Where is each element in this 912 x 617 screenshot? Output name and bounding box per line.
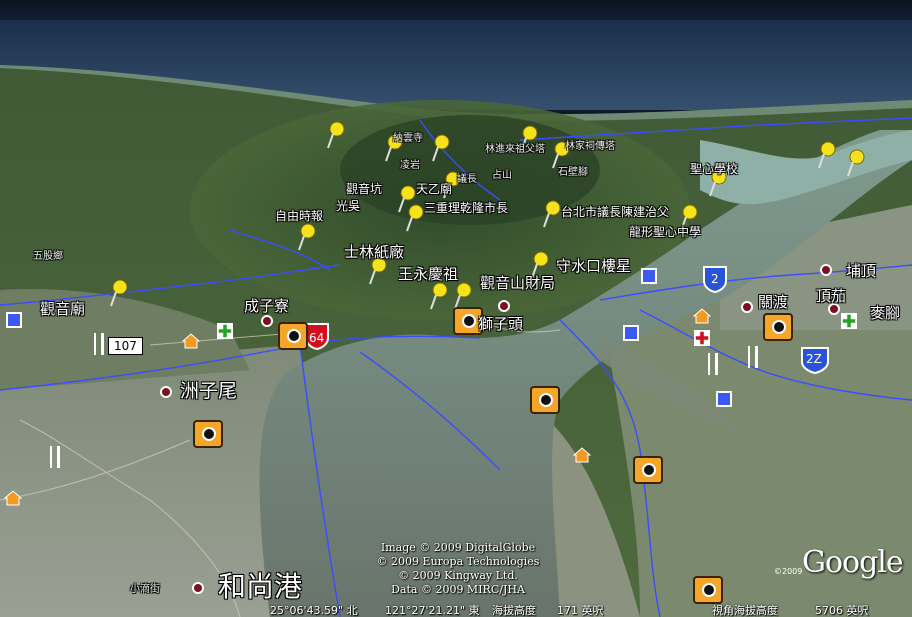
house-icon[interactable] [573, 447, 591, 463]
first-aid-icon[interactable] [840, 313, 858, 329]
eye-altitude-value: 5706 英呎 [815, 604, 869, 617]
camera-icon[interactable] [633, 456, 663, 484]
yellow-pushpin-icon[interactable] [816, 140, 838, 170]
imagery-credits: Image © 2009 DigitalGlobe © 2009 Europa … [372, 541, 544, 597]
fork-knife-icon[interactable] [706, 353, 720, 375]
camera-icon[interactable] [693, 576, 723, 604]
camera-icon[interactable] [530, 386, 560, 414]
place-label: 林家祠傳塔 [565, 141, 615, 152]
yellow-pushpin-icon[interactable] [108, 278, 130, 308]
first-aid-icon[interactable] [216, 323, 234, 339]
camera-icon[interactable] [193, 420, 223, 448]
fork-knife-icon[interactable] [92, 333, 106, 355]
highway-2z-label: 2Z [806, 352, 822, 366]
place-label: 自由時報 [275, 209, 324, 223]
yellow-pushpin-icon[interactable] [430, 133, 452, 163]
place-label: 占山 [492, 170, 512, 181]
yellow-pushpin-icon[interactable] [404, 203, 426, 233]
place-dot[interactable] [160, 386, 172, 398]
yellow-pushpin-icon[interactable] [325, 120, 347, 150]
place-marker-icon[interactable] [641, 268, 657, 284]
latitude-readout: 25°06'43.59" 北 [270, 604, 358, 617]
place-label: 五股鄉 [33, 251, 63, 262]
place-dot[interactable] [820, 264, 832, 276]
place-label: 三重理乾隆市長 [424, 201, 509, 215]
credit-line: Data © 2009 MIRC/JHA [391, 583, 525, 596]
place-label: 台北市議長陳建治父 [561, 205, 670, 219]
camera-icon[interactable] [278, 322, 308, 350]
credit-line: Image © 2009 DigitalGlobe [380, 541, 536, 554]
place-label: 林進來祖父塔 [485, 144, 545, 155]
yellow-pushpin-icon[interactable] [845, 148, 867, 178]
place-dot[interactable] [261, 315, 273, 327]
place-dot[interactable] [192, 582, 204, 594]
credit-line: © 2009 Kingway Ltd. [398, 569, 518, 582]
place-label: 關渡 [758, 293, 789, 311]
place-marker-icon[interactable] [716, 391, 732, 407]
longitude-readout: 121°27'21.21" 東 [385, 604, 480, 617]
road-107-sign: 107 [108, 337, 143, 355]
credit-line: © 2009 Europa Technologies [376, 555, 540, 568]
place-label: 獅子頭 [478, 315, 524, 333]
place-label: 觀音坑 [346, 182, 383, 196]
place-label: 議長 [457, 174, 477, 185]
place-label: 成子寮 [244, 297, 290, 315]
place-label: 光吳 [336, 199, 361, 213]
place-label: 頂茄 [816, 287, 847, 305]
place-label: 納雲寺 [393, 133, 423, 144]
place-label: 龍形聖心中學 [629, 225, 702, 239]
place-label: 洲子尾 [180, 380, 238, 402]
place-label: 觀音山財局 [480, 274, 556, 292]
place-label: 石壁腳 [558, 167, 588, 178]
first-aid-icon[interactable] [693, 330, 711, 346]
yellow-pushpin-icon[interactable] [541, 199, 563, 229]
house-icon[interactable] [693, 308, 711, 324]
place-label: 王永慶祖 [398, 265, 459, 283]
place-label: 守水口樓星 [556, 257, 632, 275]
google-logo: Google [802, 545, 904, 580]
street-label: 小滴街 [130, 584, 160, 595]
highway-2-label: 2 [711, 272, 719, 286]
camera-icon[interactable] [763, 313, 793, 341]
place-dot[interactable] [741, 301, 753, 313]
place-dot[interactable] [498, 300, 510, 312]
place-label: 埔頂 [846, 262, 877, 280]
highway-64-label: 64 [309, 331, 325, 345]
place-label: 觀音廟 [40, 300, 86, 318]
place-label: 聖心學校 [690, 162, 739, 176]
logo-year: ©2009 [774, 567, 803, 576]
house-icon[interactable] [4, 490, 22, 506]
eye-altitude-label: 視角海拔高度 [712, 604, 778, 617]
house-icon[interactable] [182, 333, 200, 349]
place-label: 麥腳 [870, 304, 901, 322]
yellow-pushpin-icon[interactable] [428, 281, 450, 311]
elevation-value: 171 英呎 [557, 604, 604, 617]
fork-knife-icon[interactable] [746, 346, 760, 368]
yellow-pushpin-icon[interactable] [296, 222, 318, 252]
place-marker-icon[interactable] [623, 325, 639, 341]
place-label: 凌岩 [400, 160, 420, 171]
place-marker-icon[interactable] [6, 312, 22, 328]
fork-knife-icon[interactable] [48, 446, 62, 468]
map-viewport[interactable]: 64 2 2Z 107 觀音廟 五股鄉 洲子尾 成子寮 士林紙廠 王永慶祖 觀音… [0, 0, 912, 617]
place-label: 士林紙廠 [344, 243, 405, 261]
status-bar: 25°06'43.59" 北 121°27'21.21" 東 海拔高度 171 … [0, 601, 912, 617]
place-label: 天乙廟 [416, 182, 453, 196]
place-label: 和尚港 [218, 570, 303, 603]
elevation-label: 海拔高度 [492, 604, 536, 617]
